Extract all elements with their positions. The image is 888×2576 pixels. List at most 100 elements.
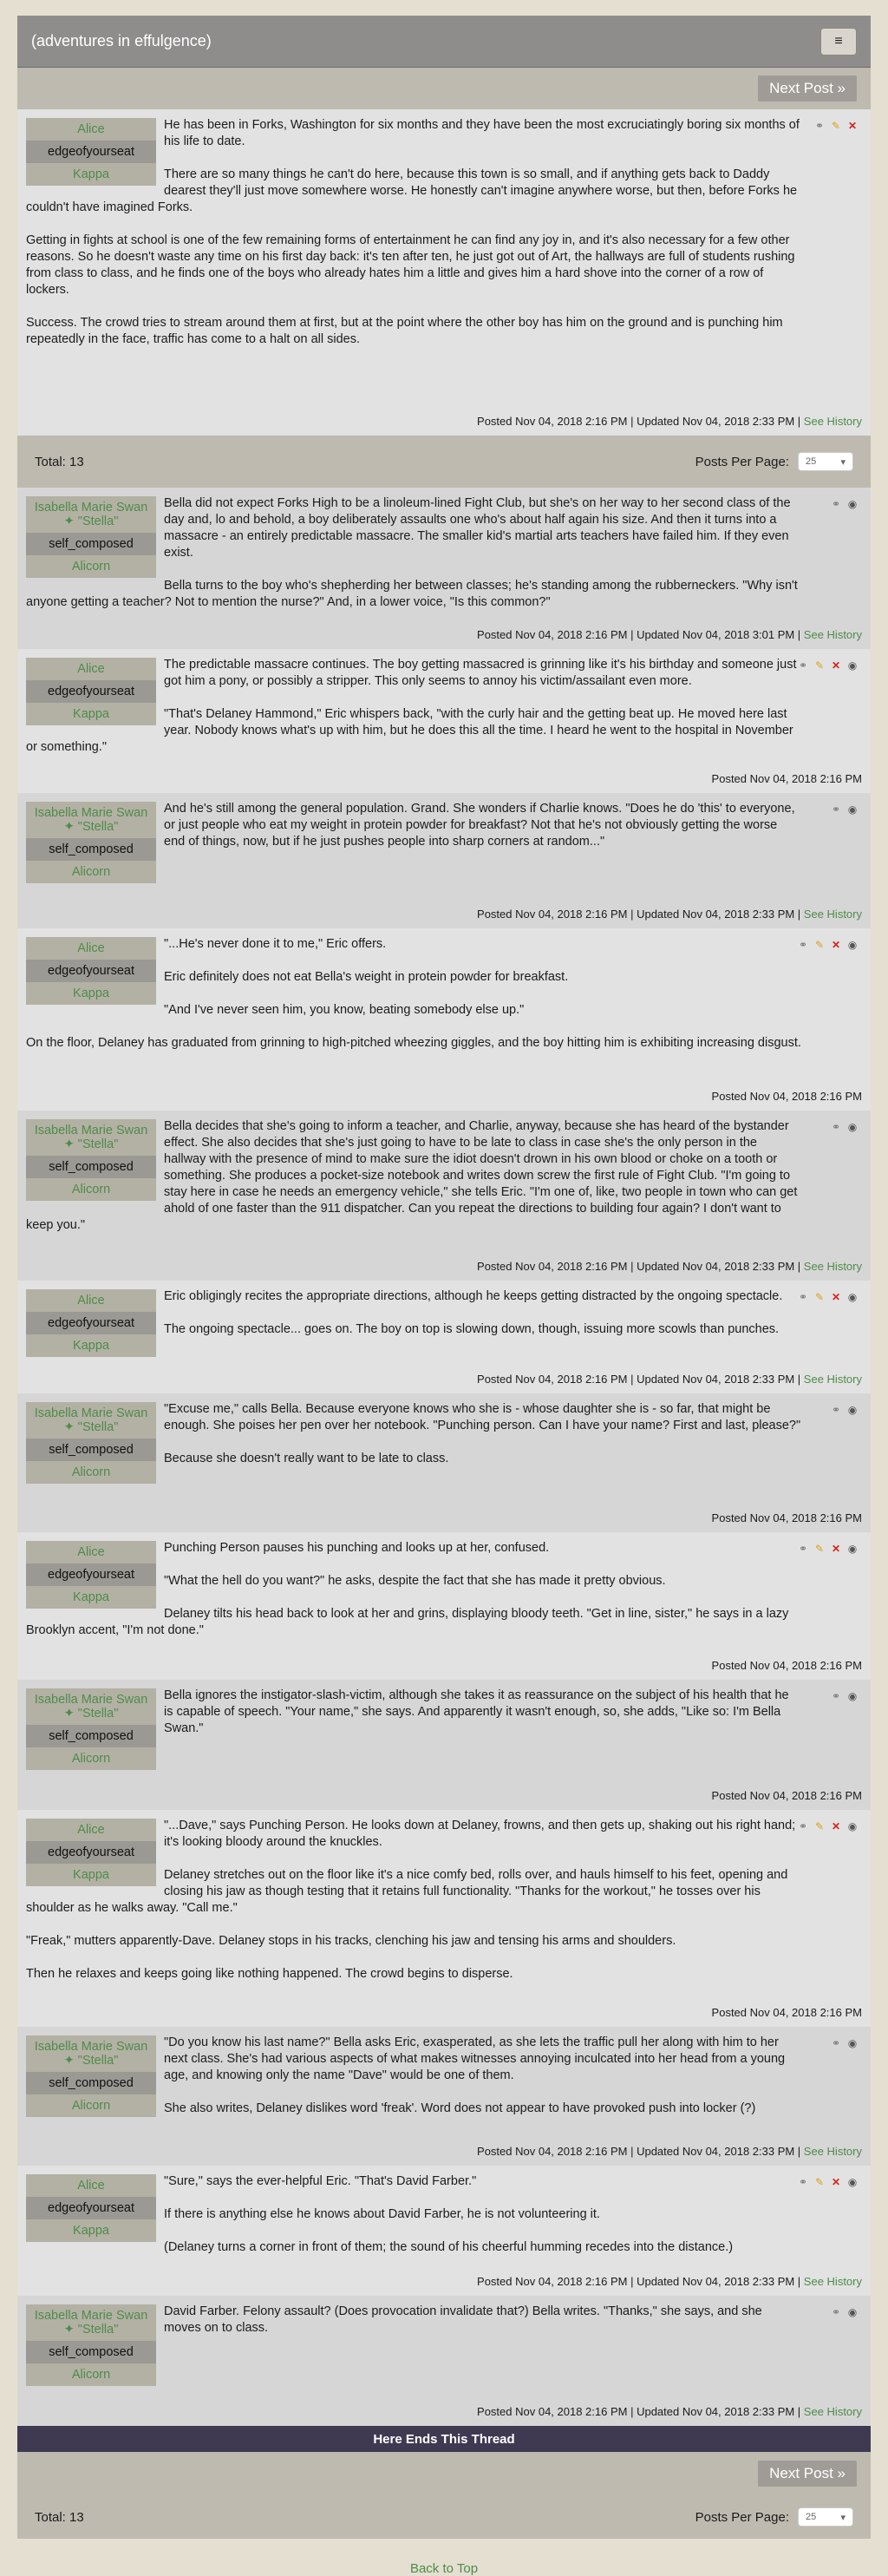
next-post-button[interactable]: Next Post »	[758, 2461, 857, 2487]
link-icon[interactable]: ⚭	[830, 2037, 842, 2049]
delete-icon[interactable]: ✕	[830, 1291, 842, 1303]
eye-icon[interactable]: ◉	[846, 1690, 859, 1702]
site-title[interactable]: (adventures in effulgence)	[31, 32, 212, 50]
pencil-icon[interactable]: ✎	[813, 2176, 826, 2188]
username[interactable]: self_composed	[26, 1439, 156, 1461]
character-name[interactable]: Alice	[26, 937, 156, 960]
link-icon[interactable]: ⚭	[830, 498, 842, 510]
link-icon[interactable]: ⚭	[797, 1543, 809, 1555]
delete-icon[interactable]: ✕	[830, 2176, 842, 2188]
link-icon[interactable]: ⚭	[797, 659, 809, 672]
username[interactable]: self_composed	[26, 1156, 156, 1178]
link-icon[interactable]: ⚭	[813, 120, 826, 132]
character-group[interactable]: Alicorn	[26, 2094, 156, 2117]
eye-icon[interactable]: ◉	[846, 2037, 859, 2049]
link-icon[interactable]: ⚭	[830, 2306, 842, 2318]
delete-icon[interactable]: ✕	[830, 1820, 842, 1832]
delete-icon[interactable]: ✕	[830, 939, 842, 951]
character-name[interactable]: Isabella Marie Swan ✦ "Stella"	[26, 1688, 156, 1725]
character-name[interactable]: Isabella Marie Swan ✦ "Stella"	[26, 1119, 156, 1156]
see-history-link[interactable]: See History	[804, 2145, 862, 2158]
character-name[interactable]: Alice	[26, 1819, 156, 1841]
see-history-link[interactable]: See History	[804, 415, 862, 428]
character-name[interactable]: Isabella Marie Swan ✦ "Stella"	[26, 496, 156, 533]
eye-icon[interactable]: ◉	[846, 659, 859, 672]
character-name[interactable]: Isabella Marie Swan ✦ "Stella"	[26, 1402, 156, 1439]
character-group[interactable]: Alicorn	[26, 861, 156, 883]
character-group[interactable]: Kappa	[26, 163, 156, 186]
character-group[interactable]: Kappa	[26, 1586, 156, 1609]
character-group[interactable]: Alicorn	[26, 1747, 156, 1770]
eye-icon[interactable]: ◉	[846, 1121, 859, 1133]
link-icon[interactable]: ⚭	[797, 1291, 809, 1303]
pencil-icon[interactable]: ✎	[813, 939, 826, 951]
character-group[interactable]: Alicorn	[26, 1178, 156, 1201]
username[interactable]: self_composed	[26, 2341, 156, 2363]
character-group[interactable]: Alicorn	[26, 555, 156, 578]
reply-post: Alice edgeofyourseat Kappa ⚭ ✎ ✕ ◉ "Sure," says…	[17, 2166, 871, 2296]
per-page-select[interactable]: 25 ▾	[798, 2507, 853, 2527]
next-post-button[interactable]: Next Post »	[758, 75, 857, 102]
pencil-icon[interactable]: ✎	[813, 659, 826, 672]
username[interactable]: edgeofyourseat	[26, 1841, 156, 1864]
character-name[interactable]: Isabella Marie Swan ✦ "Stella"	[26, 802, 156, 838]
link-icon[interactable]: ⚭	[830, 1121, 842, 1133]
username[interactable]: edgeofyourseat	[26, 1563, 156, 1586]
eye-icon[interactable]: ◉	[846, 803, 859, 816]
see-history-link[interactable]: See History	[804, 2405, 862, 2418]
pencil-icon[interactable]: ✎	[813, 1291, 826, 1303]
character-group[interactable]: Kappa	[26, 703, 156, 725]
eye-icon[interactable]: ◉	[846, 498, 859, 510]
character-name[interactable]: Alice	[26, 1541, 156, 1563]
username[interactable]: edgeofyourseat	[26, 960, 156, 982]
character-name[interactable]: Alice	[26, 2174, 156, 2197]
per-page-select[interactable]: 25 ▾	[798, 452, 853, 471]
see-history-link[interactable]: See History	[804, 2275, 862, 2288]
eye-icon[interactable]: ◉	[846, 939, 859, 951]
delete-icon[interactable]: ✕	[846, 120, 859, 132]
username[interactable]: self_composed	[26, 2072, 156, 2094]
character-name[interactable]: Alice	[26, 118, 156, 141]
eye-icon[interactable]: ◉	[846, 2306, 859, 2318]
username[interactable]: self_composed	[26, 533, 156, 555]
delete-icon[interactable]: ✕	[830, 1543, 842, 1555]
link-icon[interactable]: ⚭	[830, 803, 842, 816]
eye-icon[interactable]: ◉	[846, 1543, 859, 1555]
character-name[interactable]: Isabella Marie Swan ✦ "Stella"	[26, 2304, 156, 2341]
username[interactable]: self_composed	[26, 1725, 156, 1747]
see-history-link[interactable]: See History	[804, 1373, 862, 1386]
link-icon[interactable]: ⚭	[797, 2176, 809, 2188]
character-name[interactable]: Alice	[26, 658, 156, 680]
username[interactable]: edgeofyourseat	[26, 680, 156, 703]
pencil-icon[interactable]: ✎	[813, 1820, 826, 1832]
character-group[interactable]: Alicorn	[26, 1461, 156, 1484]
character-group[interactable]: Kappa	[26, 982, 156, 1005]
username[interactable]: edgeofyourseat	[26, 141, 156, 163]
eye-icon[interactable]: ◉	[846, 1404, 859, 1416]
username[interactable]: self_composed	[26, 838, 156, 861]
back-to-top-link[interactable]: Back to Top	[410, 2561, 478, 2576]
link-icon[interactable]: ⚭	[830, 1690, 842, 1702]
eye-icon[interactable]: ◉	[846, 1291, 859, 1303]
character-group[interactable]: Kappa	[26, 1864, 156, 1886]
username[interactable]: edgeofyourseat	[26, 2197, 156, 2219]
character-name[interactable]: Isabella Marie Swan ✦ "Stella"	[26, 2035, 156, 2072]
character-name[interactable]: Alice	[26, 1289, 156, 1312]
link-icon[interactable]: ⚭	[797, 1820, 809, 1832]
see-history-link[interactable]: See History	[804, 1260, 862, 1273]
eye-icon[interactable]: ◉	[846, 2176, 859, 2188]
eye-icon[interactable]: ◉	[846, 1820, 859, 1832]
link-icon[interactable]: ⚭	[830, 1404, 842, 1416]
character-group[interactable]: Kappa	[26, 2219, 156, 2242]
menu-button[interactable]: ≡	[820, 27, 857, 56]
link-icon[interactable]: ⚭	[797, 939, 809, 951]
see-history-link[interactable]: See History	[804, 628, 862, 641]
pencil-icon[interactable]: ✎	[813, 1543, 826, 1555]
see-history-link[interactable]: See History	[804, 908, 862, 921]
character-group[interactable]: Kappa	[26, 1334, 156, 1357]
character-group[interactable]: Alicorn	[26, 2363, 156, 2386]
per-page-control: Posts Per Page: 25 ▾	[695, 2507, 853, 2527]
pencil-icon[interactable]: ✎	[830, 120, 842, 132]
username[interactable]: edgeofyourseat	[26, 1312, 156, 1334]
delete-icon[interactable]: ✕	[830, 659, 842, 672]
